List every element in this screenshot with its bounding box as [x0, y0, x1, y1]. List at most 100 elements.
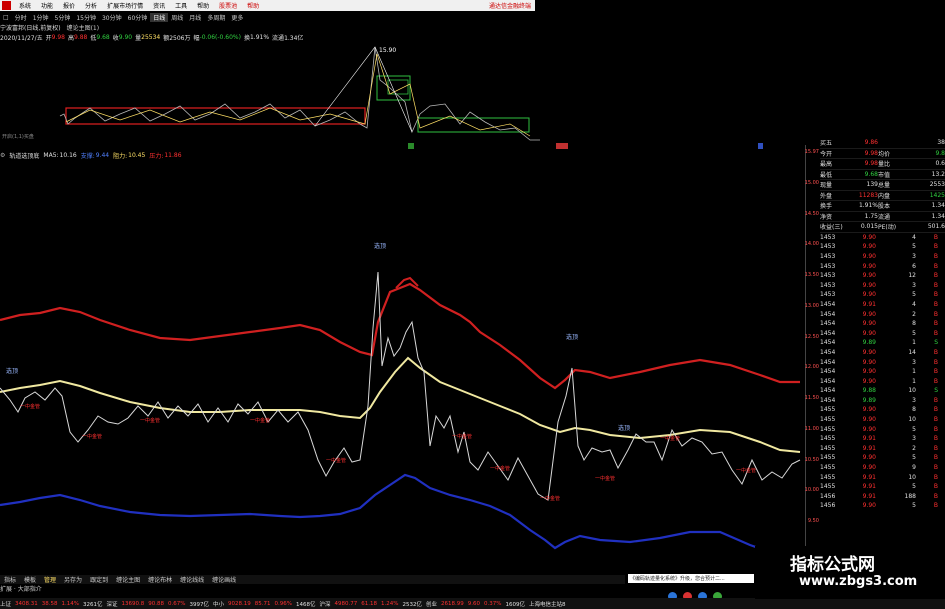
- period-tab-5[interactable]: 60分钟: [125, 13, 151, 22]
- trade-cell-t: 1453: [820, 262, 836, 270]
- bottom-tab-0[interactable]: 指标: [0, 575, 20, 584]
- bottom-tab-6[interactable]: 缠论布林: [144, 575, 176, 584]
- period-tab-1[interactable]: 1分钟: [30, 13, 52, 22]
- bottom-tab-2[interactable]: 管理: [40, 575, 60, 584]
- menu-item-quote[interactable]: 报价: [58, 1, 80, 10]
- trade-cell-s: B: [933, 233, 938, 241]
- quote-row: 现量 139 总量 2553: [820, 180, 945, 191]
- quote-row: 换手 1.91% 股本 1.34: [820, 201, 945, 212]
- period-tab-4[interactable]: 30分钟: [99, 13, 125, 22]
- trade-cell-t: 1455: [820, 406, 836, 414]
- trade-cell-t: 1453: [820, 272, 836, 280]
- lower-band-line: [0, 473, 801, 557]
- bottom-tab-3[interactable]: 另存为: [60, 575, 86, 584]
- trade-cell-v: 5: [912, 329, 916, 337]
- trade-cell-v: 1: [912, 339, 916, 347]
- bottom-tab-5[interactable]: 缠论主图: [112, 575, 144, 584]
- trade-cell-t: 1453: [820, 243, 836, 251]
- index-ticker: 上证 3408.31 38.58 1.14% 3261亿 深证 13690.8 90.88 0.…: [0, 598, 945, 609]
- ticker-item: 上海电信主站8: [529, 601, 566, 608]
- period-tab-3[interactable]: 15分钟: [73, 13, 99, 22]
- scale-tick: 9.50: [807, 518, 819, 525]
- period-tab-2[interactable]: 5分钟: [52, 13, 74, 22]
- ticker-item: 3408.31: [15, 600, 38, 607]
- period-tab-6[interactable]: 日线: [150, 12, 169, 22]
- trade-cell-p: 9.90: [862, 262, 876, 270]
- indicator-name[interactable]: 轨道选顶底: [9, 151, 43, 160]
- trade-cell-t: 1454: [820, 377, 836, 385]
- trade-cell-v: 4: [912, 300, 916, 308]
- menu-item-analysis[interactable]: 分析: [80, 1, 102, 10]
- trade-row: 1455 9.91 2 B: [820, 444, 945, 454]
- trade-row: 1454 9.90 1 B: [820, 376, 945, 386]
- scale-tick: 10.00: [804, 487, 819, 494]
- trade-cell-p: 9.90: [862, 243, 876, 251]
- quote-cell-v2: 1.34: [931, 202, 945, 210]
- trade-cell-p: 9.90: [862, 464, 876, 472]
- trade-cell-v: 188: [904, 492, 916, 500]
- period-bar: □ 分时 1分钟 5分钟 15分钟 30分钟 60分钟 日线 周线 月线 多周期 更多: [0, 12, 535, 22]
- period-tab-9[interactable]: 多周期: [204, 13, 228, 22]
- quote-row: 最高 9.98 量比 0.6: [820, 159, 945, 170]
- trade-row: 1455 9.90 9 B: [820, 463, 945, 473]
- menu-item-stockpool[interactable]: 股票池: [214, 1, 242, 10]
- top-price-chart[interactable]: 15.90 开启(1,1)买盘: [0, 44, 545, 148]
- app-logo-icon: [2, 1, 11, 10]
- quote-cell-l2: 股本: [878, 203, 891, 211]
- trade-row: 1455 9.90 10 B: [820, 415, 945, 425]
- trade-cell-s: B: [933, 358, 938, 366]
- trade-cell-v: 5: [912, 291, 916, 299]
- menu-bar: 系统 功能 报价 分析 扩展市场行情 资讯 工具 帮助 股票池 帮助 通达信金融…: [0, 0, 535, 11]
- trade-row: 1455 9.91 3 B: [820, 434, 945, 444]
- trade-cell-v: 5: [912, 502, 916, 510]
- zhongshu-box-green-3: [417, 117, 530, 133]
- quote-cell-l: 最高: [820, 161, 833, 169]
- quote-cell-v2: 1425: [929, 191, 945, 199]
- trade-cell-s: B: [933, 425, 938, 433]
- trade-row: 1454 9.88 10 S: [820, 386, 945, 396]
- period-tab-10[interactable]: 更多: [228, 13, 246, 22]
- ticker-item: 1468亿: [296, 601, 316, 608]
- scale-tick: 11.00: [804, 425, 819, 432]
- menu-item-tools[interactable]: 工具: [170, 1, 192, 10]
- bottom-tab-8[interactable]: 缠论画线: [208, 575, 240, 584]
- bottom-tab-7[interactable]: 缠论线线: [176, 575, 208, 584]
- bottom-tab-4[interactable]: 跟定到: [86, 575, 112, 584]
- trade-cell-v: 12: [908, 272, 916, 280]
- trade-cell-v: 6: [912, 262, 916, 270]
- date-markers: [408, 143, 763, 149]
- trade-cell-s: B: [933, 377, 938, 385]
- buy-label-3: 一中金管: [140, 417, 160, 424]
- trade-cell-p: 9.90: [862, 291, 876, 299]
- ticker-item: 1609亿: [505, 601, 526, 608]
- trade-cell-v: 5: [912, 483, 916, 491]
- trade-row: 1454 9.90 2 B: [820, 309, 945, 319]
- menu-item-extended[interactable]: 扩展市场行情: [102, 1, 148, 10]
- menu-item-function[interactable]: 功能: [36, 1, 58, 10]
- menu-item-news[interactable]: 资讯: [148, 1, 170, 10]
- period-square-icon[interactable]: □: [0, 14, 12, 21]
- quote-cell-l2: 流通: [878, 213, 891, 221]
- bottom-tab-1[interactable]: 模板: [20, 575, 40, 584]
- quote-cell-v1: 9.86: [864, 139, 878, 147]
- top-trend-line: [314, 46, 413, 133]
- upper-band-line: [0, 282, 800, 390]
- trade-row: 1455 9.90 8 B: [820, 405, 945, 415]
- trade-cell-p: 9.90: [862, 329, 876, 337]
- menu-item-help[interactable]: 帮助: [192, 1, 214, 10]
- menu-item-system[interactable]: 系统: [14, 1, 36, 10]
- period-tab-0[interactable]: 分时: [12, 13, 30, 22]
- trade-cell-s: B: [933, 310, 938, 318]
- period-tab-8[interactable]: 月线: [186, 13, 204, 22]
- quote-cell-l: 换手: [820, 203, 833, 211]
- main-indicator-chart[interactable]: 选顶 选顶 选顶 选顶 一中金管 一中金管 一中金管 一中金管 一中金管 一中金…: [0, 160, 805, 560]
- notice-popup[interactable]: 《编码轨迹量化系统》升级，您合预计二...: [628, 574, 754, 583]
- trade-cell-v: 2: [912, 444, 916, 452]
- trade-cell-t: 1453: [820, 291, 836, 299]
- period-tab-7[interactable]: 周线: [168, 13, 186, 22]
- ticker-item: 13690.8: [121, 600, 145, 607]
- watermark: 指标公式网 www.zbgs3.com: [755, 546, 945, 599]
- quote-cell-l: 现量: [820, 182, 833, 190]
- menu-item-help2[interactable]: 帮助: [242, 1, 264, 10]
- indicator-gear-icon[interactable]: ⚙: [0, 152, 9, 159]
